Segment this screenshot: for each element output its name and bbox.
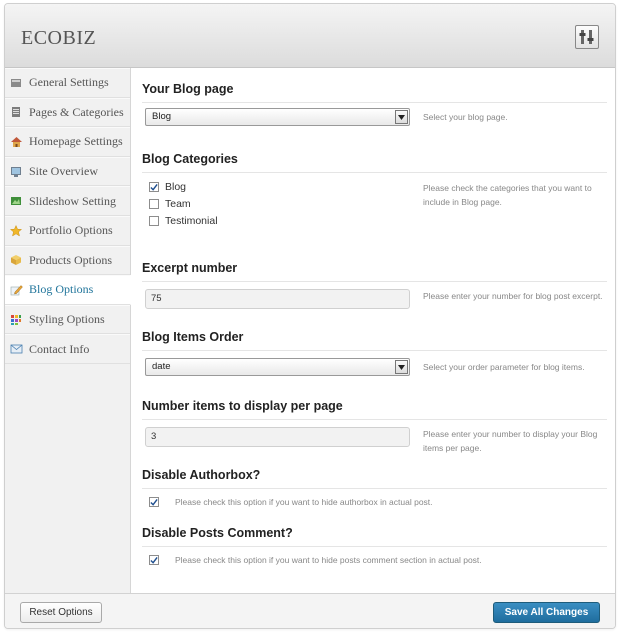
posts-comment-option[interactable]: Please check this option if you want to … <box>149 555 482 565</box>
field-description: Please enter your number to display your… <box>423 429 598 453</box>
sidebar-item-label: Products Options <box>29 252 113 267</box>
section-title: Number items to display per page <box>142 399 607 420</box>
select-value: Blog <box>152 111 172 122</box>
checkbox[interactable] <box>149 199 159 209</box>
reset-options-button[interactable]: Reset Options <box>20 602 102 623</box>
sidebar-item-products-options[interactable]: Products Options <box>5 245 130 276</box>
footer-bar: Reset Options Save All Changes <box>5 593 615 628</box>
sidebar-item-label: Blog Options <box>29 282 94 297</box>
posts-comment-section: Disable Posts Comment? Please check this… <box>142 526 607 565</box>
field-description: Select your blog page. <box>423 112 508 122</box>
chevron-down-icon <box>395 110 408 124</box>
blog-options-content: Your Blog page Blog Select your blog pag… <box>132 68 615 593</box>
sidebar-item-blog-options[interactable]: Blog Options <box>5 275 131 305</box>
authorbox-section: Disable Authorbox? Please check this opt… <box>142 468 607 507</box>
checkmark-icon <box>150 498 158 506</box>
checkbox-label: Team <box>165 198 191 210</box>
slideshow-icon <box>9 194 23 208</box>
checkbox[interactable] <box>149 216 159 226</box>
checkbox[interactable] <box>149 182 159 192</box>
section-title: Disable Authorbox? <box>142 468 607 489</box>
checkmark-icon <box>150 183 158 191</box>
checkmark-icon <box>150 556 158 564</box>
options-panel: ECOBIZ General Settings Pages & Categori… <box>4 3 616 629</box>
pages-icon <box>9 105 23 119</box>
checkbox-label: Testimonial <box>165 215 218 227</box>
posts-comment-checkbox[interactable] <box>149 555 159 565</box>
excerpt-number-input[interactable]: 75 <box>145 289 410 309</box>
sidebar-item-portfolio-options[interactable]: Portfolio Options <box>5 215 130 246</box>
palette-icon <box>9 313 23 327</box>
sidebar-item-slideshow-setting[interactable]: Slideshow Setting <box>5 186 130 216</box>
sidebar-item-label: Homepage Settings <box>29 134 123 149</box>
section-title: Excerpt number <box>142 261 607 282</box>
tools-button[interactable] <box>575 25 599 49</box>
sidebar-item-styling-options[interactable]: Styling Options <box>5 304 130 335</box>
excerpt-section: Excerpt number 75 Please enter your numb… <box>142 261 607 309</box>
section-title: Disable Posts Comment? <box>142 526 607 547</box>
per-page-section: Number items to display per page 3 Pleas… <box>142 399 607 453</box>
sidebar-item-pages-categories[interactable]: Pages & Categories <box>5 97 130 128</box>
mail-icon <box>9 342 23 356</box>
star-icon <box>9 224 23 238</box>
select-value: date <box>152 361 171 372</box>
category-option[interactable]: Team <box>149 198 191 210</box>
field-description: Select your order parameter for blog ite… <box>423 362 585 372</box>
brand-title: ECOBIZ <box>21 27 97 49</box>
box-icon <box>9 253 23 267</box>
authorbox-checkbox[interactable] <box>149 497 159 507</box>
blog-page-select[interactable]: Blog <box>145 108 410 126</box>
sidebar-item-label: Slideshow Setting <box>29 193 117 208</box>
field-description: Please enter your number for blog post e… <box>423 291 603 301</box>
home-icon <box>9 135 23 149</box>
checkbox-description: Please check this option if you want to … <box>175 497 433 507</box>
sidebar-nav: General Settings Pages & Categories Home… <box>5 68 131 593</box>
sidebar-item-general-settings[interactable]: General Settings <box>5 68 130 98</box>
sidebar-item-label: Contact Info <box>29 341 90 356</box>
sidebar-item-homepage-settings[interactable]: Homepage Settings <box>5 127 130 157</box>
sidebar-item-label: Pages & Categories <box>29 104 124 119</box>
field-description: Please check the categories that you wan… <box>423 183 592 207</box>
blog-page-section: Your Blog page Blog Select your blog pag… <box>142 82 607 126</box>
sidebar-item-site-overview[interactable]: Site Overview <box>5 156 130 187</box>
sidebar-item-label: Styling Options <box>29 312 105 327</box>
category-option[interactable]: Testimonial <box>149 215 218 227</box>
save-all-changes-button[interactable]: Save All Changes <box>493 602 600 623</box>
blog-categories-section: Blog Categories Blog Team Testimonial Pl… <box>142 152 607 227</box>
sidebar-item-label: Portfolio Options <box>29 223 113 238</box>
section-title: Your Blog page <box>142 82 607 103</box>
sidebar-item-contact-info[interactable]: Contact Info <box>5 334 130 364</box>
items-order-section: Blog Items Order date Select your order … <box>142 330 607 376</box>
monitor-icon <box>9 165 23 179</box>
checkbox-label: Blog <box>165 181 187 193</box>
category-option[interactable]: Blog <box>149 181 186 193</box>
section-title: Blog Categories <box>142 152 607 173</box>
sidebar-item-label: Site Overview <box>29 164 98 179</box>
header: ECOBIZ <box>5 4 615 68</box>
sidebar-item-label: General Settings <box>29 75 109 90</box>
checkbox-description: Please check this option if you want to … <box>175 555 482 565</box>
gear-icon <box>9 76 23 90</box>
chevron-down-icon <box>395 360 408 374</box>
authorbox-option[interactable]: Please check this option if you want to … <box>149 497 433 507</box>
pencil-icon <box>9 283 23 297</box>
tools-icon <box>579 30 594 44</box>
items-order-select[interactable]: date <box>145 358 410 376</box>
section-title: Blog Items Order <box>142 330 607 351</box>
per-page-input[interactable]: 3 <box>145 427 410 447</box>
